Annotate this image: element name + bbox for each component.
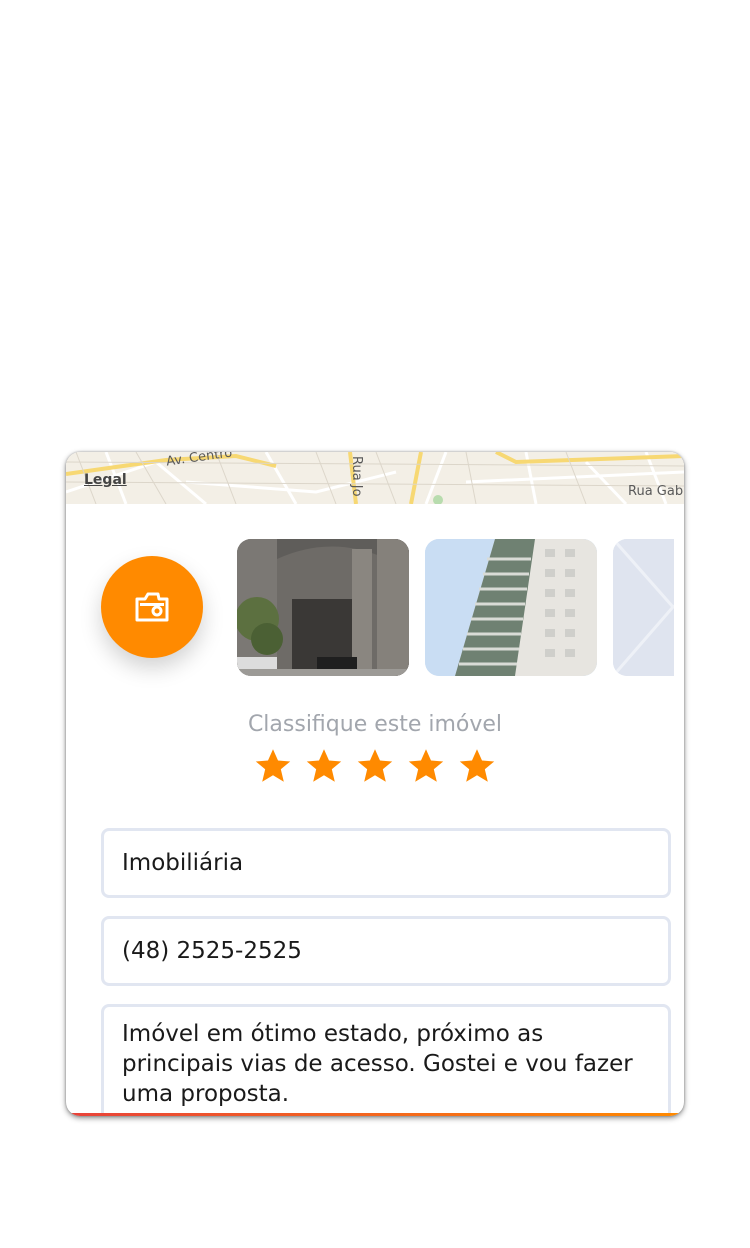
star-icon[interactable] — [305, 748, 343, 784]
camera-icon — [135, 592, 169, 622]
star-icon[interactable] — [356, 748, 394, 784]
screen: Legal Av. Centro Rua Jo Rua Gab Classifi… — [0, 0, 750, 1248]
agency-field[interactable]: Imobiliária — [101, 828, 671, 898]
photo-gallery[interactable] — [237, 539, 674, 677]
map-road-label: Rua Jo — [349, 456, 364, 497]
star-rating[interactable] — [66, 748, 684, 784]
star-icon[interactable] — [407, 748, 445, 784]
rating-label: Classifique este imóvel — [247, 712, 503, 737]
property-photo[interactable] — [237, 539, 409, 676]
card-bottom-accent — [66, 1113, 684, 1116]
star-icon[interactable] — [458, 748, 496, 784]
map-roads — [66, 452, 684, 504]
phone-field[interactable]: (48) 2525-2525 — [101, 916, 671, 986]
building-photo-2 — [425, 539, 597, 676]
star-icon[interactable] — [254, 748, 292, 784]
map-preview[interactable]: Legal Av. Centro Rua Jo Rua Gab — [66, 452, 684, 504]
map-legal-link[interactable]: Legal — [84, 472, 127, 488]
comment-field[interactable]: Imóvel em ótimo estado, próximo as princ… — [101, 1004, 671, 1116]
review-card: Legal Av. Centro Rua Jo Rua Gab Classifi… — [66, 452, 684, 1116]
add-photo-button[interactable] — [101, 556, 203, 658]
photo-placeholder[interactable] — [613, 539, 674, 676]
image-placeholder-icon — [613, 539, 674, 676]
building-photo-1 — [237, 539, 409, 676]
map-road-label: Rua Gab — [628, 484, 684, 499]
property-photo[interactable] — [425, 539, 597, 676]
